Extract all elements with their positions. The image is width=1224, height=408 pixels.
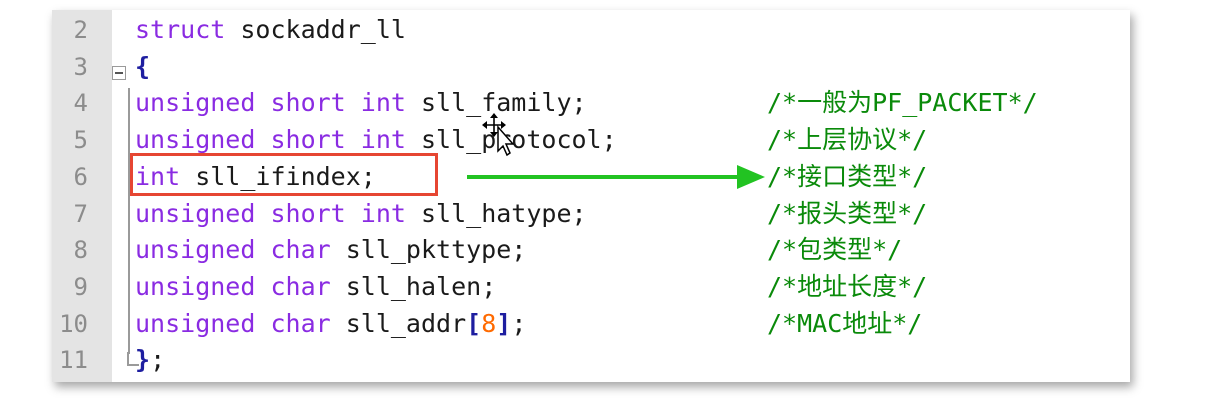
code-line[interactable]: 9 unsigned char sll_halen; /*地址长度*/ bbox=[52, 269, 1130, 306]
code-token: ; bbox=[601, 125, 617, 155]
code-token: ; bbox=[511, 235, 527, 265]
code-token: unsigned short int bbox=[135, 88, 406, 118]
code-editor[interactable]: 2 struct sockaddr_ll 3{4 unsigned short int… bbox=[52, 10, 1130, 382]
line-number: 6 bbox=[73, 162, 88, 191]
line-number: 9 bbox=[73, 272, 88, 301]
code-comment: /*地址长度*/ bbox=[767, 271, 928, 301]
code-line[interactable]: 11}; bbox=[52, 342, 1130, 379]
line-number: 5 bbox=[73, 126, 88, 155]
move-cursor-icon bbox=[482, 113, 515, 157]
arrow-right-icon bbox=[467, 165, 765, 189]
code-text: struct sockaddr_ll bbox=[135, 12, 406, 49]
code-token: ; bbox=[571, 198, 587, 228]
code-token: unsigned short int bbox=[135, 198, 406, 228]
code-text: unsigned short int sll_hatype; bbox=[135, 196, 587, 233]
line-number: 11 bbox=[59, 346, 88, 375]
code-token: ] bbox=[496, 308, 512, 338]
code-token: ; bbox=[511, 308, 527, 338]
highlight-box bbox=[130, 153, 438, 196]
code-token: unsigned short int bbox=[135, 125, 406, 155]
code-text: unsigned char sll_pkttype; bbox=[135, 232, 526, 269]
line-number: 2 bbox=[73, 16, 88, 44]
line-number: 4 bbox=[73, 89, 88, 118]
code-token: ; bbox=[571, 88, 587, 118]
code-comment: /*报头类型*/ bbox=[767, 198, 928, 228]
code-token: ; bbox=[150, 345, 166, 375]
code-line[interactable]: 4 unsigned short int sll_family; /*一般为PF_P… bbox=[52, 85, 1130, 122]
code-token: struct bbox=[135, 15, 226, 44]
line-number: 10 bbox=[59, 309, 88, 338]
code-text: }; bbox=[135, 342, 165, 379]
code-text: unsigned char sll_addr[8]; bbox=[135, 306, 526, 343]
code-token: { bbox=[135, 51, 151, 81]
code-line[interactable]: 8 unsigned char sll_pkttype; /*包类型*/ bbox=[52, 232, 1130, 269]
line-number: 7 bbox=[73, 199, 88, 228]
code-token: [ bbox=[466, 308, 482, 338]
code-comment: /*包类型*/ bbox=[767, 235, 903, 265]
code-comment: /*接口类型*/ bbox=[767, 161, 928, 191]
code-text: unsigned char sll_halen; bbox=[135, 269, 496, 306]
code-token: sll_hatype bbox=[405, 198, 572, 228]
code-token: sll_halen bbox=[330, 271, 482, 301]
code-token: unsigned char bbox=[135, 235, 331, 265]
code-comment: /*一般为PF_PACKET*/ bbox=[767, 88, 1038, 118]
code-token: sockaddr_ll bbox=[225, 15, 406, 44]
code-line[interactable]: 2 struct sockaddr_ll bbox=[52, 12, 1130, 49]
line-number: 8 bbox=[73, 236, 88, 265]
code-token: unsigned char bbox=[135, 271, 331, 301]
code-token: unsigned char bbox=[135, 308, 331, 338]
code-token: } bbox=[135, 345, 151, 375]
code-token: ; bbox=[481, 271, 497, 301]
code-text: unsigned short int sll_family; bbox=[135, 85, 587, 122]
code-line[interactable]: 10 unsigned char sll_addr[8]; /*MAC地址*/ bbox=[52, 306, 1130, 343]
line-number: 3 bbox=[73, 52, 88, 81]
code-text: { bbox=[135, 49, 150, 86]
code-token: sll_pkttype bbox=[330, 235, 512, 265]
code-comment: /*上层协议*/ bbox=[767, 125, 928, 155]
code-token: sll_addr bbox=[330, 308, 467, 338]
code-comment: /*MAC地址*/ bbox=[767, 308, 923, 338]
code-line[interactable]: 3{ bbox=[52, 49, 1130, 86]
code-line[interactable]: 7 unsigned short int sll_hatype; /*报头类型*/ bbox=[52, 196, 1130, 233]
code-token: 8 bbox=[481, 308, 497, 338]
